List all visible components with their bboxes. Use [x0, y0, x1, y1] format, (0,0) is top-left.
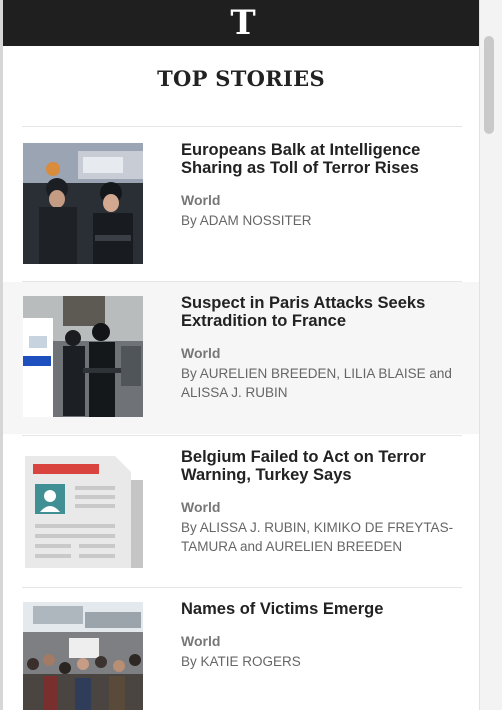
- story-item[interactable]: Europeans Balk at Intelligence Sharing a…: [3, 127, 479, 280]
- story-item[interactable]: Names of Victims Emerge World By KATIE R…: [3, 588, 479, 710]
- scrollbar-thumb[interactable]: [484, 36, 494, 134]
- page-title: TOP STORIES: [157, 66, 325, 91]
- nyt-logo[interactable]: T: [227, 4, 259, 42]
- crowd-evacuation-photo: [23, 602, 143, 710]
- story-thumbnail[interactable]: [23, 143, 143, 264]
- story-byline: By AURELIEN BREEDEN, LILIA BLAISE and AL…: [181, 366, 452, 400]
- story-byline: By ADAM NOSSITER: [181, 213, 312, 228]
- newspaper-placeholder-icon: [23, 450, 143, 571]
- story-item[interactable]: Belgium Failed to Act on Terror Warning,…: [3, 436, 479, 586]
- story-thumbnail[interactable]: [23, 296, 143, 417]
- story-section: World: [181, 345, 221, 361]
- story-section: World: [181, 633, 221, 649]
- story-section: World: [181, 192, 221, 208]
- police-officers-photo: [23, 143, 143, 264]
- story-section: World: [181, 499, 221, 515]
- story-headline[interactable]: Europeans Balk at Intelligence Sharing a…: [181, 141, 451, 177]
- story-thumbnail[interactable]: [23, 450, 143, 571]
- story-thumbnail[interactable]: [23, 602, 143, 710]
- story-headline[interactable]: Suspect in Paris Attacks Seeks Extraditi…: [181, 294, 451, 330]
- story-item[interactable]: Suspect in Paris Attacks Seeks Extraditi…: [3, 282, 479, 434]
- story-headline[interactable]: Belgium Failed to Act on Terror Warning,…: [181, 448, 451, 484]
- story-byline: By KATIE ROGERS: [181, 654, 301, 669]
- top-bar: T: [3, 0, 479, 46]
- story-headline[interactable]: Names of Victims Emerge: [181, 600, 451, 618]
- armed-police-van-photo: [23, 296, 143, 417]
- story-byline: By ALISSA J. RUBIN, KIMIKO DE FREYTAS-TA…: [181, 520, 454, 554]
